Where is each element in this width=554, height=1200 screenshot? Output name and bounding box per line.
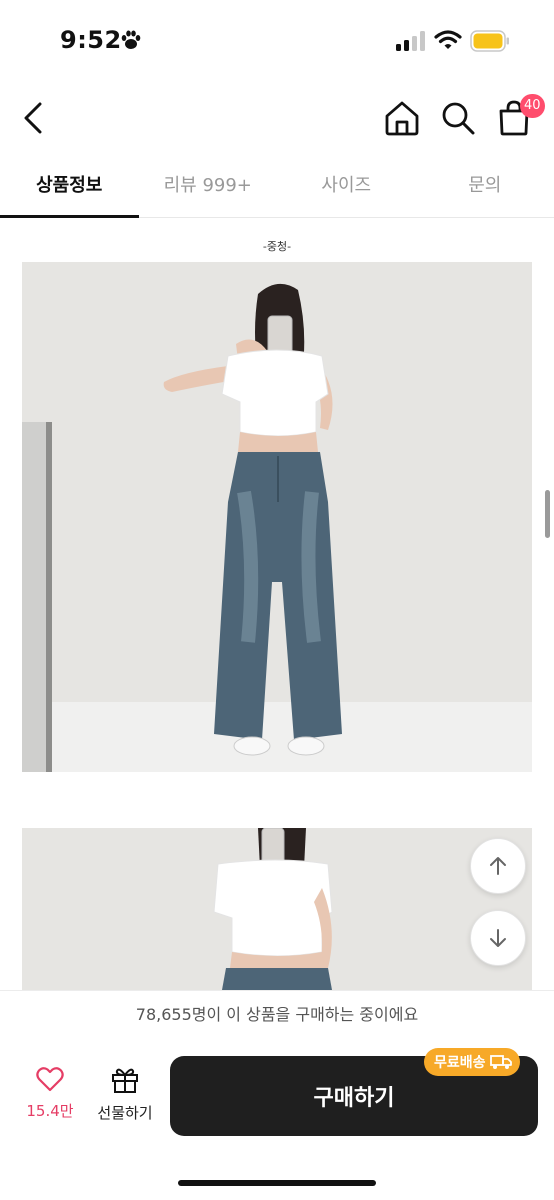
gift-label: 선물하기 — [97, 1104, 153, 1122]
buy-button-label: 구매하기 — [313, 1086, 395, 1111]
model-photo-image — [22, 262, 532, 772]
product-photo — [22, 262, 532, 772]
gift-button[interactable]: 선물하기 — [92, 1066, 158, 1130]
tab-product-info[interactable]: 상품정보 — [0, 160, 139, 218]
gift-icon — [112, 1068, 138, 1093]
free-shipping-label: 무료배송 — [434, 1055, 486, 1071]
free-shipping-badge: 무료배송 — [424, 1048, 520, 1076]
home-button[interactable] — [382, 98, 422, 138]
scroll-down-button[interactable] — [470, 910, 526, 966]
wifi-icon — [434, 30, 462, 49]
tab-size[interactable]: 사이즈 — [277, 160, 416, 217]
home-indicator — [178, 1180, 376, 1186]
product-photo-second — [22, 828, 532, 990]
arrow-down-icon — [490, 929, 506, 947]
search-icon — [442, 102, 475, 135]
truck-icon — [489, 1055, 512, 1069]
scroll-up-button[interactable] — [470, 838, 526, 894]
product-tabs: 상품정보 리뷰 999+ 사이즈 문의 — [0, 160, 554, 218]
battery-icon — [470, 30, 509, 52]
heart-icon — [36, 1067, 64, 1092]
purchase-notice: 78,655명이 이 상품을 구매하는 중이에요 — [0, 990, 554, 1038]
model-photo-image-second — [22, 828, 532, 990]
like-count: 15.4만 — [26, 1102, 74, 1120]
app-header — [0, 86, 554, 150]
arrow-up-icon — [490, 857, 506, 875]
home-icon — [385, 101, 419, 136]
back-button[interactable] — [16, 98, 52, 138]
search-button[interactable] — [438, 98, 478, 138]
signal-icon — [396, 31, 425, 51]
paw-icon — [121, 30, 141, 49]
tab-inquiry[interactable]: 문의 — [416, 160, 554, 217]
scrollbar[interactable] — [545, 490, 550, 538]
cart-count-badge: 40 — [520, 94, 545, 118]
tab-reviews[interactable]: 리뷰 999+ — [139, 160, 278, 217]
status-bar: 9:52 — [0, 0, 554, 80]
chevron-left-icon — [24, 102, 42, 134]
like-button[interactable]: 15.4만 — [20, 1066, 80, 1130]
status-time: 9:52 — [60, 26, 122, 54]
photo-caption: -중청- — [262, 240, 292, 253]
